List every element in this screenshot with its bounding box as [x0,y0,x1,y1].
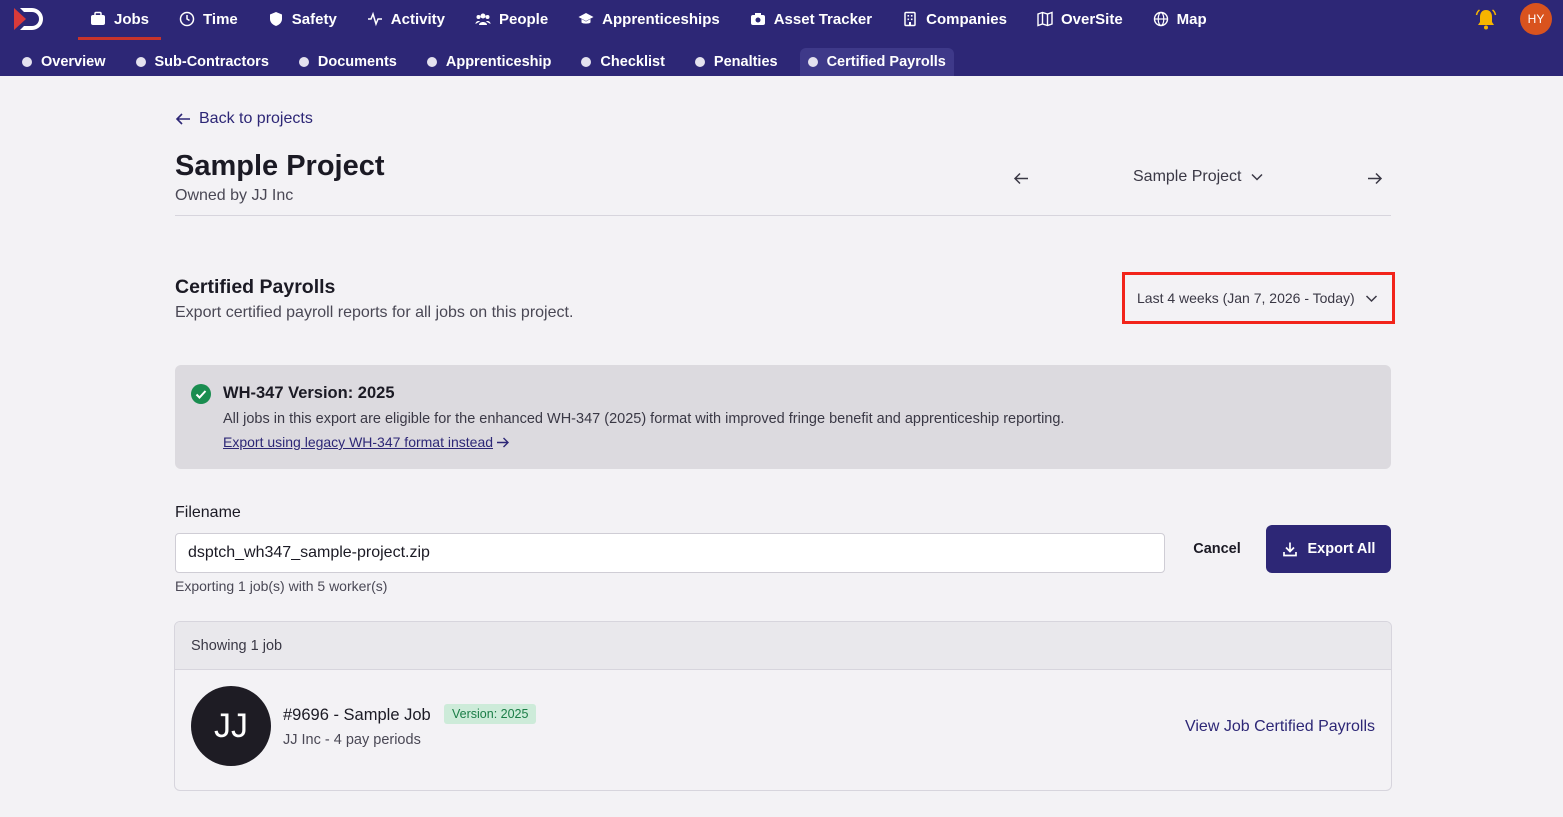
jobs-list-card: Showing 1 job JJ #9696 - Sample Job Vers… [174,621,1392,791]
arrow-left-icon [175,113,190,125]
nav-item-activity[interactable]: Activity [355,0,457,38]
download-icon [1282,542,1297,557]
project-selector-label: Sample Project [1133,168,1242,185]
arrow-right-icon [497,437,510,447]
section-title: Certified Payrolls [175,276,336,298]
date-range-select[interactable]: Last 4 weeks (Jan 7, 2026 - Today) [1122,272,1395,324]
tab-apprenticeship[interactable]: Apprenticeship [419,48,560,76]
tab-documents[interactable]: Documents [291,48,405,76]
tab-sub-contractors[interactable]: Sub-Contractors [128,48,277,76]
shield-icon [269,12,282,26]
dsptch-logo[interactable] [12,6,48,32]
back-to-projects-link[interactable]: Back to projects [175,110,313,128]
clock-icon [179,11,195,27]
version-badge: Version: 2025 [444,704,537,724]
people-icon [475,13,491,25]
tab-label: Sub-Contractors [154,54,269,70]
tab-checklist[interactable]: Checklist [573,48,672,76]
nav-label: Safety [291,10,337,28]
page-title: Sample Project [175,150,385,182]
tab-label: Checklist [600,54,665,70]
briefcase-icon [91,11,105,25]
project-owner: Owned by JJ Inc [175,187,294,204]
nav-label: Jobs [114,10,150,28]
project-selector[interactable]: Sample Project [1133,168,1264,186]
nav-label: OverSite [1060,10,1123,28]
filename-input[interactable] [175,533,1165,573]
tab-label: Penalties [713,54,778,70]
nav-item-jobs[interactable]: Jobs [78,0,162,40]
building-icon [904,11,916,27]
dot-icon [22,57,32,67]
dot-icon [694,57,705,67]
map-fold-icon [1037,11,1053,27]
next-project-arrow-icon[interactable] [1366,170,1383,187]
view-job-certified-payrolls-link[interactable]: View Job Certified Payrolls [1185,718,1375,736]
nav-label: Map [1176,10,1207,28]
nav-label: People [498,10,549,28]
job-title: #9696 - Sample Job [283,706,431,724]
dot-icon [298,57,309,67]
header-divider [175,215,1391,216]
dot-icon [807,57,818,67]
notice-title: WH-347 Version: 2025 [223,384,395,402]
top-navigation-bar: Jobs Time Safety Activity People Apprent… [0,0,1563,76]
check-circle-icon [191,384,211,404]
nav-item-people[interactable]: People [463,0,560,38]
project-subnav: Overview Sub-Contractors Documents Appre… [14,48,954,76]
notifications-bell-icon[interactable] [1474,7,1498,31]
graduation-cap-icon [578,13,594,24]
nav-label: Activity [390,10,445,28]
globe-icon [1153,11,1168,27]
tab-label: Certified Payrolls [826,54,946,70]
cancel-button[interactable]: Cancel [1185,532,1249,566]
nav-item-safety[interactable]: Safety [256,0,349,38]
tab-certified-payrolls[interactable]: Certified Payrolls [799,48,954,76]
dot-icon [581,57,592,67]
nav-item-oversite[interactable]: OverSite [1025,0,1135,38]
tab-label: Apprenticeship [445,54,552,70]
nav-item-time[interactable]: Time [167,0,250,38]
user-avatar[interactable]: HY [1520,3,1552,35]
wh347-version-notice: WH-347 Version: 2025 All jobs in this ex… [175,365,1391,469]
legacy-format-link[interactable]: Export using legacy WH-347 format instea… [223,434,510,450]
export-summary: Exporting 1 job(s) with 5 worker(s) [175,578,388,594]
notice-description: All jobs in this export are eligible for… [223,411,1065,427]
main-nav: Jobs Time Safety Activity People Apprent… [78,0,1219,40]
tab-label: Documents [317,54,397,70]
jobs-count-header: Showing 1 job [175,622,1391,670]
tab-label: Overview [41,54,106,70]
nav-item-asset-tracker[interactable]: Asset Tracker [738,0,884,38]
tab-overview[interactable]: Overview [14,48,114,76]
chevron-down-icon [1250,173,1263,181]
nav-label: Asset Tracker [773,10,873,28]
export-all-label: Export All [1307,541,1376,557]
dot-icon [426,57,437,67]
nav-item-apprenticeships[interactable]: Apprenticeships [566,0,732,38]
activity-icon [367,11,382,27]
section-subtitle: Export certified payroll reports for all… [175,304,574,321]
camera-icon [750,13,765,25]
job-avatar: JJ [191,686,271,766]
chevron-down-icon [1365,294,1377,302]
export-all-button[interactable]: Export All [1266,525,1391,573]
tab-penalties[interactable]: Penalties [687,48,786,76]
dot-icon [135,57,146,67]
nav-item-map[interactable]: Map [1141,0,1219,38]
previous-project-arrow-icon[interactable] [1013,170,1030,187]
back-label: Back to projects [199,110,313,127]
nav-label: Time [203,10,238,28]
job-subtitle: JJ Inc - 4 pay periods [283,732,421,748]
nav-label: Companies [926,10,1007,28]
legacy-format-link-label: Export using legacy WH-347 format instea… [223,434,494,450]
date-range-label: Last 4 weeks (Jan 7, 2026 - Today) [1137,290,1355,306]
nav-item-companies[interactable]: Companies [890,0,1019,38]
filename-label: Filename [175,504,241,521]
nav-label: Apprenticeships [602,10,720,28]
